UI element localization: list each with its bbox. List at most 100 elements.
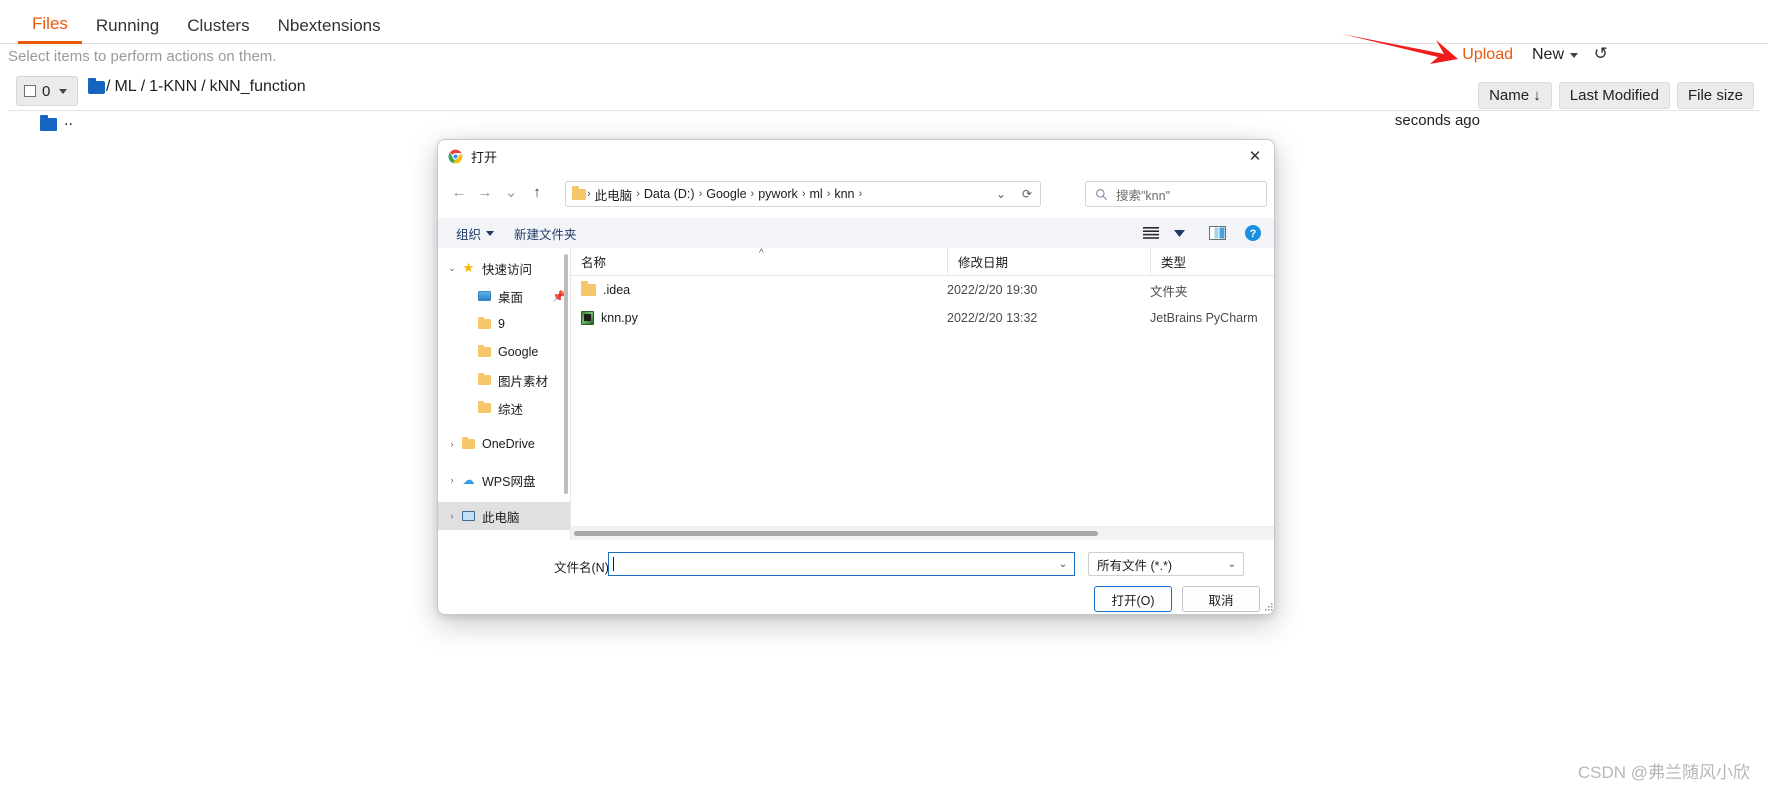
folder-icon	[460, 436, 477, 449]
upload-button[interactable]: Upload	[1462, 46, 1513, 64]
tab-files[interactable]: Files	[18, 15, 82, 44]
cloud-icon: ☁	[462, 473, 475, 487]
file-name-cell: knn.py	[571, 311, 947, 325]
select-all-dropdown[interactable]: 0	[16, 76, 78, 106]
chevron-down-icon[interactable]: ⌄	[1052, 553, 1074, 575]
tab-clusters[interactable]: Clusters	[173, 17, 263, 43]
tree-item-this-pc[interactable]: › 此电脑	[438, 502, 570, 530]
refresh-icon[interactable]: ⟳	[1014, 182, 1040, 206]
open-button[interactable]: 打开(O)	[1094, 586, 1172, 612]
watermark: CSDN @弗兰随风小欣	[1577, 763, 1750, 782]
desktop-icon	[476, 291, 493, 301]
pc-icon	[460, 511, 477, 521]
file-type: 文件夹	[1150, 284, 1188, 299]
help-icon[interactable]: ?	[1240, 222, 1266, 244]
breadcrumb-item-1-knn[interactable]: 1-KNN	[145, 78, 201, 96]
address-crumb-pywork[interactable]: pywork	[755, 187, 801, 201]
tab-running[interactable]: Running	[82, 17, 173, 43]
file-list-header: 名称 ^ 修改日期 类型	[571, 248, 1274, 276]
address-crumb-data-d[interactable]: Data (D:)	[641, 187, 698, 201]
file-name: knn.py	[601, 311, 638, 325]
sidebar-scrollbar[interactable]	[564, 254, 568, 494]
forward-icon[interactable]: →	[472, 179, 498, 205]
select-all-checkbox[interactable]	[24, 85, 36, 97]
search-input[interactable]: 搜索"knn"	[1085, 181, 1267, 207]
resize-grip-icon[interactable]	[1263, 603, 1273, 613]
column-header-buttons: Name ↓ Last Modified File size	[1478, 82, 1754, 109]
tree-label: OneDrive	[482, 437, 535, 451]
file-list-row[interactable]: .idea 2022/2/20 19:30 文件夹	[571, 276, 1274, 304]
column-header-name[interactable]: 名称 ^	[571, 248, 947, 276]
address-crumb-google[interactable]: Google	[703, 187, 749, 201]
organize-menu[interactable]: 组织	[446, 224, 504, 243]
recent-locations-icon[interactable]: ⌄	[498, 179, 524, 205]
select-items-hint: Select items to perform actions on them.	[8, 48, 277, 65]
chevron-down-icon: ⌄	[1227, 558, 1237, 570]
folder-icon	[581, 281, 596, 296]
back-icon[interactable]: ←	[446, 179, 472, 205]
refresh-icon[interactable]: ↺	[1594, 44, 1608, 64]
column-header-modified[interactable]: 修改日期	[947, 248, 1150, 276]
filename-input[interactable]: ⌄	[608, 552, 1075, 576]
python-file-icon	[581, 311, 594, 325]
tree-item-google[interactable]: Google	[438, 338, 570, 366]
sort-ascending-icon: ^	[759, 248, 764, 259]
scrollbar-thumb[interactable]	[574, 531, 1098, 536]
tree-item-9[interactable]: 9	[438, 310, 570, 338]
tree-label: 综述	[498, 402, 524, 417]
file-modified: 2022/2/20 13:32	[947, 311, 1038, 325]
chevron-down-icon	[486, 230, 495, 236]
file-name: .idea	[603, 283, 631, 297]
tree-label: 此电脑	[482, 510, 520, 525]
organize-label: 组织	[456, 227, 482, 242]
new-menu-button[interactable]: New	[1532, 46, 1578, 64]
tree-item-onedrive[interactable]: › OneDrive	[438, 430, 570, 458]
chevron-down-icon	[1570, 52, 1578, 58]
breadcrumb-item-knn-function[interactable]: kNN_function	[206, 78, 310, 96]
tree-item-wps-cloud[interactable]: › ☁ WPS网盘	[438, 466, 570, 494]
file-list-horizontal-scrollbar[interactable]	[571, 526, 1274, 540]
address-crumb-ml[interactable]: ml	[806, 187, 825, 201]
tab-nbextensions[interactable]: Nbextensions	[264, 17, 395, 43]
file-type-filter-select[interactable]: 所有文件 (*.*) ⌄	[1088, 552, 1244, 576]
text-caret	[613, 557, 614, 571]
chevron-right-icon[interactable]: ›	[444, 475, 460, 485]
up-one-level-icon[interactable]: ↑	[524, 179, 550, 205]
search-placeholder: 搜索"knn"	[1116, 188, 1171, 203]
column-sort-file-size[interactable]: File size	[1676, 82, 1754, 109]
star-icon: ★	[462, 260, 475, 275]
tree-item-desktop[interactable]: 桌面 📌	[438, 282, 570, 310]
address-crumb-knn[interactable]: knn	[831, 187, 857, 201]
chevron-down-icon[interactable]: ⌄	[444, 263, 460, 274]
breadcrumb-item-ml[interactable]: ML	[110, 78, 140, 96]
list-view-icon[interactable]	[1138, 222, 1164, 244]
close-icon[interactable]: ✕	[1234, 140, 1274, 172]
cancel-button[interactable]: 取消	[1182, 586, 1260, 612]
folder-icon	[476, 344, 493, 357]
column-sort-name[interactable]: Name ↓	[1478, 82, 1552, 109]
folder-icon	[476, 400, 493, 413]
file-name-cell: .idea	[571, 281, 947, 297]
chevron-right-icon[interactable]: ›	[444, 439, 460, 449]
column-sort-last-modified[interactable]: Last Modified	[1558, 82, 1670, 109]
file-list-row-parent[interactable]: ..	[0, 112, 1768, 140]
tree-item-quick-access[interactable]: ⌄ ★ 快速访问	[438, 254, 570, 282]
column-header-type[interactable]: 类型	[1150, 248, 1274, 276]
tree-label: 快速访问	[482, 262, 533, 277]
address-crumb-this-pc[interactable]: 此电脑	[592, 185, 636, 204]
new-folder-button[interactable]: 新建文件夹	[504, 224, 587, 243]
folder-icon[interactable]	[88, 77, 105, 94]
parent-directory-link[interactable]: ..	[64, 112, 73, 130]
file-list-row[interactable]: knn.py 2022/2/20 13:32 JetBrains PyCharm	[571, 304, 1274, 332]
tree-item-image-material[interactable]: 图片素材	[438, 366, 570, 394]
chevron-right-icon[interactable]: ›	[444, 511, 460, 521]
svg-text:?: ?	[1250, 228, 1257, 240]
tree-item-summary[interactable]: 综述	[438, 394, 570, 422]
column-name-label: Name	[1489, 87, 1530, 104]
preview-pane-icon[interactable]	[1204, 222, 1230, 244]
address-bar[interactable]: › 此电脑 › Data (D:) › Google › pywork › ml…	[565, 181, 1041, 207]
dialog-title: 打开	[471, 149, 498, 165]
filename-label: 文件名(N):	[554, 561, 613, 575]
view-options-chevron-down-icon[interactable]	[1166, 222, 1192, 244]
address-history-dropdown-icon[interactable]: ⌄	[988, 182, 1014, 206]
